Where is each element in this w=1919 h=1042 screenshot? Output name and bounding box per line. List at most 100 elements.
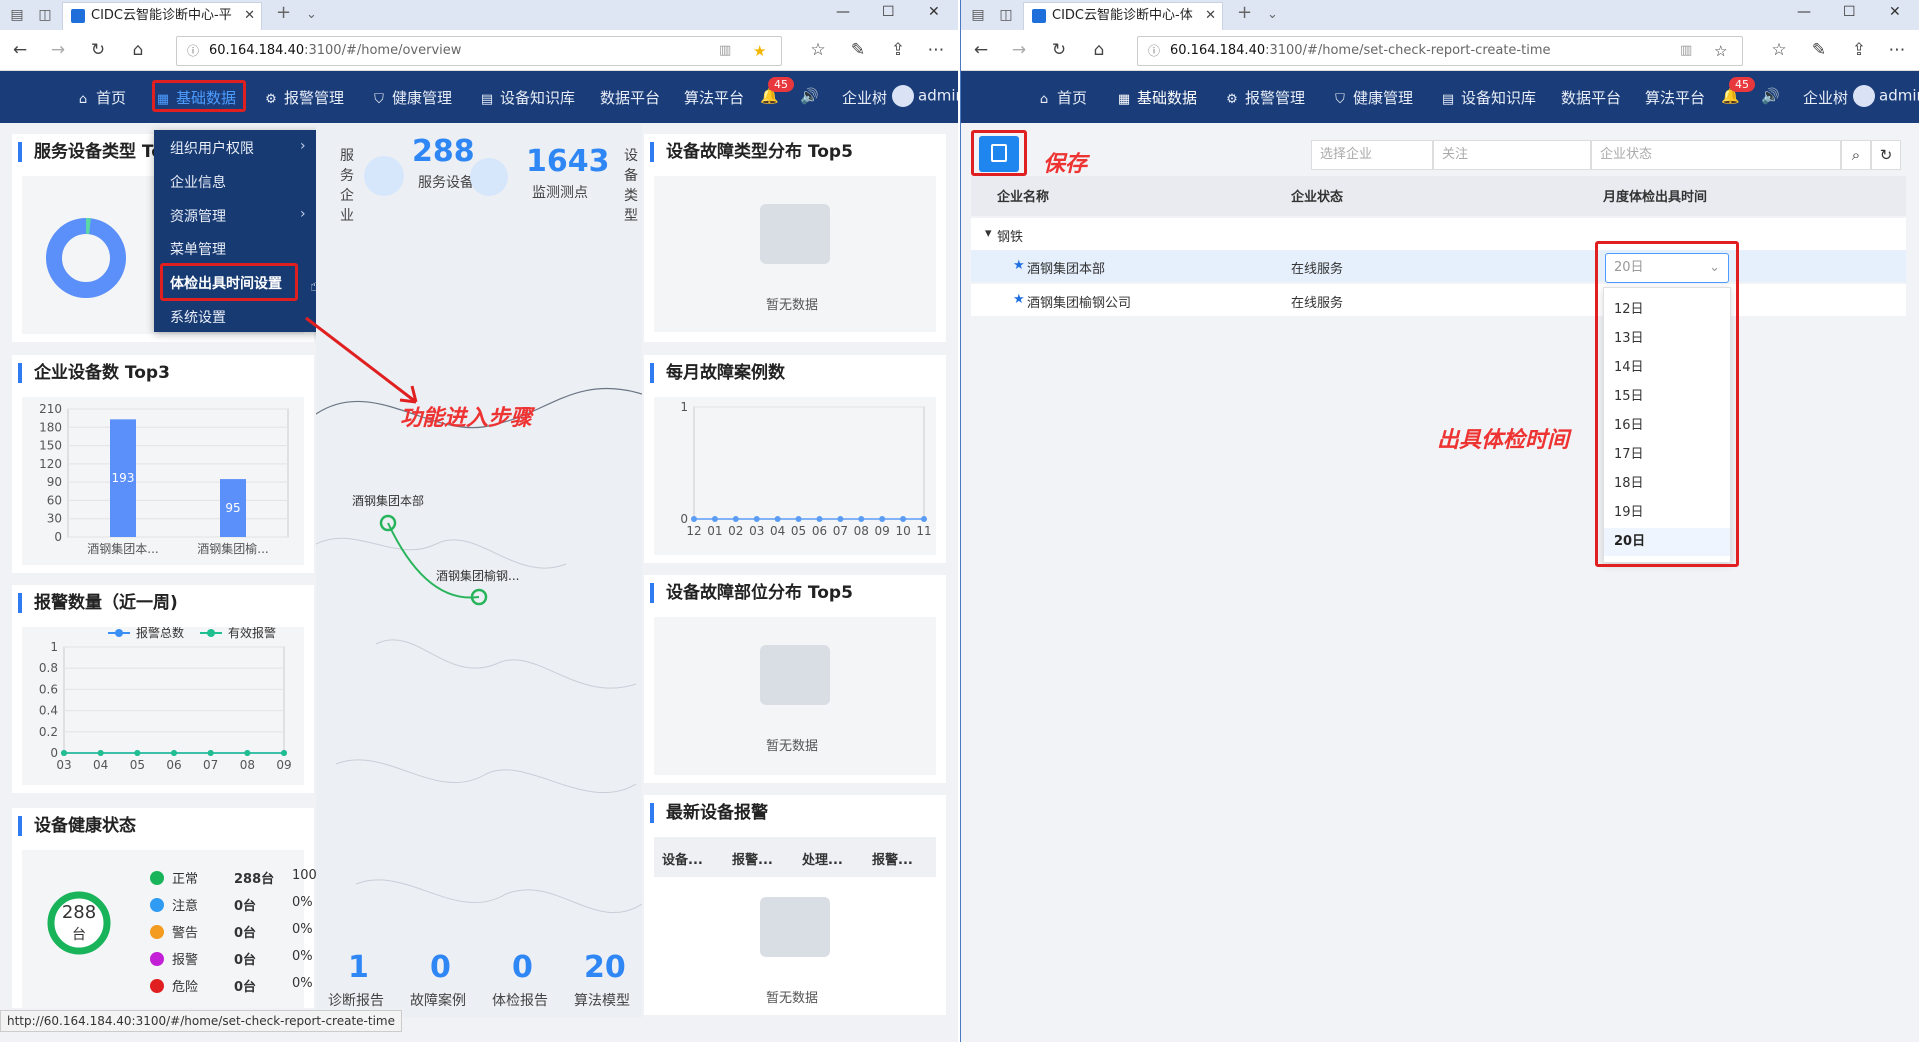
home-icon[interactable]: ⌂ — [1089, 40, 1109, 60]
nav-company-tree[interactable]: 企业树 — [1803, 87, 1848, 108]
nav-algo-platform[interactable]: 算法平台 — [684, 87, 744, 108]
user-menu[interactable]: admin — [1853, 85, 1919, 107]
table-row[interactable]: ★ 酒钢集团本部 在线服务 — [971, 250, 1906, 282]
nav-algo-platform[interactable]: 算法平台 — [1645, 87, 1705, 108]
star-icon[interactable]: ★ — [1013, 292, 1025, 307]
reading-view-icon[interactable]: ▥ — [719, 37, 731, 65]
site-info-icon[interactable]: ⓘ — [187, 37, 199, 65]
tab-actions-icon[interactable]: ▤ — [8, 6, 26, 24]
menu-item-enterprise-info[interactable]: 企业信息 — [170, 172, 226, 192]
menu-item-org-permission[interactable]: 组织用户权限 › — [170, 138, 306, 158]
menu-item-resource[interactable]: 资源管理 › — [170, 206, 306, 226]
site-info-icon[interactable]: ⓘ — [1148, 37, 1160, 65]
enterprise-status-select[interactable]: 企业状态 — [1591, 140, 1841, 170]
panel-body: 暂无数据 — [654, 176, 936, 332]
home-icon[interactable]: ⌂ — [128, 40, 148, 60]
nav-home[interactable]: ⌂ 首页 — [76, 87, 126, 108]
maximize-icon[interactable]: ☐ — [882, 4, 895, 20]
refresh-icon: ↻ — [1879, 146, 1893, 164]
nav-knowledge[interactable]: ▤ 设备知识库 — [1441, 87, 1536, 108]
favorites-icon[interactable]: ☆ — [808, 40, 828, 60]
refresh-icon[interactable]: ↻ — [88, 40, 108, 60]
more-icon[interactable]: ⋯ — [1887, 40, 1907, 60]
close-window-icon[interactable]: ✕ — [1889, 4, 1901, 20]
col-enterprise-status: 企业状态 — [1291, 190, 1344, 205]
pen-icon[interactable]: ✎ — [848, 40, 868, 60]
browser-tab[interactable]: CIDC云智能诊断中心-平 ✕ — [62, 2, 262, 30]
url-field[interactable]: ⓘ 60.164.184.40:3100/#/home/overview ▥ ★ — [176, 36, 782, 66]
x-tick-label: 10 — [895, 524, 910, 538]
share-icon[interactable]: ⇪ — [1849, 40, 1869, 60]
new-tab-icon[interactable]: + — [276, 2, 291, 23]
more-icon[interactable]: ⋯ — [926, 40, 946, 60]
forward-icon[interactable]: → — [48, 40, 68, 60]
url-field[interactable]: ⓘ 60.164.184.40:3100/#/home/set-check-re… — [1137, 36, 1743, 66]
pen-icon[interactable]: ✎ — [1809, 40, 1829, 60]
expand-caret-icon[interactable]: ▾ — [985, 226, 992, 241]
bell-icon[interactable]: 🔔 45 — [1721, 77, 1755, 105]
tab-actions-icon[interactable]: ▤ — [969, 6, 987, 24]
tab-aside-icon[interactable]: ◫ — [36, 6, 54, 24]
search-button[interactable]: ⌕ — [1841, 140, 1871, 170]
favorite-star-icon[interactable]: ★ — [753, 37, 766, 65]
tree-group-row[interactable]: ▾ 钢铁 — [971, 218, 1906, 250]
browser-tab[interactable]: CIDC云智能诊断中心-体 ✕ — [1023, 2, 1223, 30]
menu-item-menu-manage[interactable]: 菜单管理 — [170, 239, 226, 259]
nav-health[interactable]: ⛉ 健康管理 — [372, 87, 452, 108]
follow-select[interactable]: 关注 — [1433, 140, 1591, 170]
nav-health-label: 健康管理 — [1353, 89, 1414, 107]
user-menu[interactable]: admin — [892, 85, 958, 107]
forward-icon[interactable]: → — [1009, 40, 1029, 60]
nav-health[interactable]: ⛉ 健康管理 — [1333, 87, 1413, 108]
reading-view-icon[interactable]: ▥ — [1680, 37, 1692, 65]
tab-list-chevron-icon[interactable]: ⌄ — [306, 7, 317, 22]
back-icon[interactable]: ← — [971, 40, 991, 60]
favorite-star-icon[interactable]: ☆ — [1714, 37, 1727, 65]
nav-data-platform[interactable]: 数据平台 — [600, 87, 660, 108]
stat-service-label: 服务设备 — [418, 175, 474, 191]
user-name: admin — [1879, 86, 1919, 105]
nav-home[interactable]: ⌂ 首页 — [1037, 87, 1087, 108]
stat-checkup-num: 0 — [512, 950, 533, 985]
refresh-icon[interactable]: ↻ — [1049, 40, 1069, 60]
sound-icon[interactable]: 🔊 — [1761, 87, 1780, 105]
nav-data-platform[interactable]: 数据平台 — [1561, 87, 1621, 108]
enterprise-select[interactable]: 选择企业 — [1311, 140, 1433, 170]
alarm-icon: ⚙ — [265, 92, 277, 107]
back-icon[interactable]: ← — [10, 40, 30, 60]
y-tick-label: 60 — [47, 493, 62, 507]
tab-aside-icon[interactable]: ◫ — [997, 6, 1015, 24]
panel-title: 最新设备报警 — [650, 803, 768, 823]
minimize-icon[interactable]: — — [1797, 4, 1811, 20]
server-icon — [364, 156, 404, 196]
annotation-save: 保存 — [1043, 151, 1088, 177]
health-ring — [47, 891, 111, 955]
nav-basic-data[interactable]: ▦ 基础数据 — [1117, 87, 1197, 108]
close-tab-icon[interactable]: ✕ — [1205, 3, 1216, 29]
share-icon[interactable]: ⇪ — [888, 40, 908, 60]
y-tick-label: 30 — [47, 512, 62, 526]
nav-company-tree[interactable]: 企业树 — [842, 87, 887, 108]
star-icon[interactable]: ★ — [1013, 258, 1025, 273]
favorites-icon[interactable]: ☆ — [1769, 40, 1789, 60]
panel-title: 设备故障类型分布 Top5 — [650, 142, 853, 162]
nav-knowledge[interactable]: ▤ 设备知识库 — [480, 87, 575, 108]
menu-item-system-setting[interactable]: 系统设置 — [170, 307, 226, 327]
y-tick-label: 150 — [39, 439, 62, 453]
new-tab-icon[interactable]: + — [1237, 2, 1252, 23]
minimize-icon[interactable]: — — [836, 4, 850, 20]
sound-icon[interactable]: 🔊 — [800, 87, 819, 105]
bell-icon[interactable]: 🔔 45 — [760, 77, 794, 105]
tab-list-chevron-icon[interactable]: ⌄ — [1267, 7, 1278, 22]
close-window-icon[interactable]: ✕ — [928, 4, 940, 20]
table-row[interactable]: ★ 酒钢集团榆钢公司 在线服务 — [971, 284, 1906, 316]
nav-alarm[interactable]: ⚙ 报警管理 — [1225, 87, 1305, 108]
highlight-save-button — [971, 130, 1027, 176]
close-tab-icon[interactable]: ✕ — [244, 3, 255, 29]
annotation-arrow — [305, 316, 418, 404]
reset-button[interactable]: ↻ — [1871, 140, 1901, 170]
stat-checkup-label: 体检报告 — [492, 993, 548, 1009]
panel-title: 设备故障部位分布 Top5 — [650, 583, 853, 603]
nav-alarm[interactable]: ⚙ 报警管理 — [264, 87, 344, 108]
maximize-icon[interactable]: ☐ — [1843, 4, 1856, 20]
